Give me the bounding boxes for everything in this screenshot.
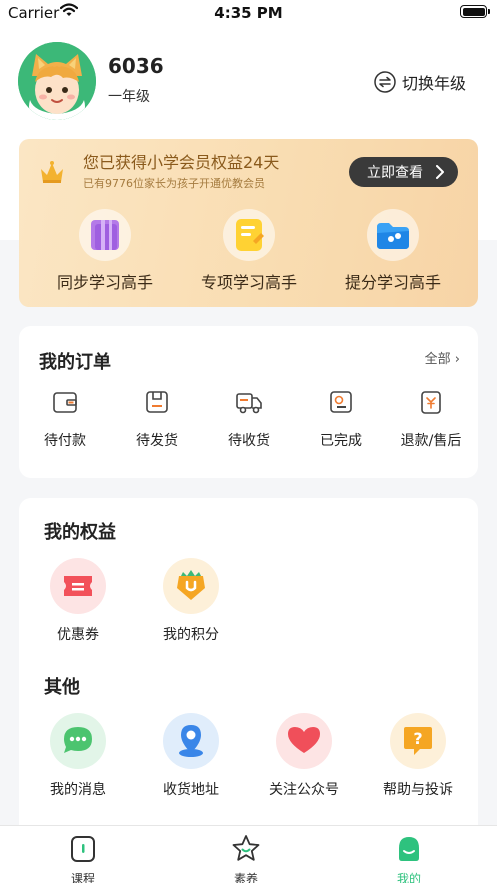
coupon-entry[interactable]: 优惠券: [23, 558, 133, 644]
help-label: 帮助与投诉: [383, 782, 453, 798]
grade-label: 一年级: [108, 89, 150, 105]
points-icon: [163, 558, 219, 614]
feature-label: 专项学习高手: [200, 273, 297, 292]
feature-sync-learning[interactable]: 同步学习高手: [30, 209, 180, 293]
tab-course[interactable]: 课程: [38, 834, 128, 883]
chevron-right-icon: [436, 165, 444, 179]
order-label: 待收货: [228, 433, 270, 449]
messages-label: 我的消息: [50, 782, 106, 798]
orders-card: 我的订单 全部 › 待付款 待发货 待收货 已完成 退款/售后: [19, 326, 478, 478]
feature-label: 提分学习高手: [344, 273, 441, 292]
feature-label: 同步学习高手: [56, 273, 153, 292]
switch-grade-button[interactable]: 切换年级: [374, 70, 466, 94]
vip-banner[interactable]: 您已获得小学会员权益24天 已有9776位家长为孩子开通优教会员 立即查看 同步…: [19, 139, 478, 307]
feature-score-improve[interactable]: 提分学习高手: [318, 209, 468, 293]
mine-icon: [399, 837, 419, 861]
tab-label: 我的: [396, 872, 421, 883]
coupon-icon: [50, 558, 106, 614]
order-refund[interactable]: 退款/售后: [385, 388, 477, 450]
follow-account-entry[interactable]: 关注公众号: [249, 713, 359, 799]
vip-subtitle: 已有9776位家长为孩子开通优教会员: [83, 177, 265, 190]
vip-title: 您已获得小学会员权益24天: [83, 153, 280, 172]
switch-icon: [374, 71, 396, 93]
status-bar: Carrier 4:35 PM: [0, 0, 497, 26]
location-icon: [163, 713, 219, 769]
message-icon: [50, 713, 106, 769]
purple-book-icon: [79, 209, 131, 261]
chevron-right-icon: ›: [454, 352, 460, 367]
points-label: 我的积分: [163, 627, 219, 643]
tab-mine[interactable]: 我的: [364, 834, 454, 883]
all-orders-label: 全部: [424, 352, 451, 367]
others-title: 其他: [44, 677, 80, 698]
tab-bar: 课程 素养 我的: [0, 825, 497, 883]
switch-grade-label: 切换年级: [401, 74, 466, 93]
profile-header: 6036 一年级 切换年级: [18, 42, 478, 122]
order-label: 已完成: [320, 433, 362, 449]
course-icon: [71, 836, 95, 862]
heart-icon: [276, 713, 332, 769]
order-completed[interactable]: 已完成: [295, 388, 387, 450]
crown-icon: [41, 161, 63, 183]
coupon-label: 优惠券: [57, 627, 99, 643]
order-pending-receipt[interactable]: 待收货: [203, 388, 295, 450]
order-label: 待发货: [136, 433, 178, 449]
refund-bag-icon: [421, 391, 441, 414]
truck-icon: [236, 393, 262, 414]
avatar[interactable]: [18, 42, 96, 120]
view-now-label: 立即查看: [367, 165, 423, 181]
address-label: 收货地址: [163, 782, 219, 798]
svg-text:?: ?: [413, 729, 422, 748]
orders-title: 我的订单: [39, 352, 111, 373]
yellow-note-icon: [223, 209, 275, 261]
benefits-card: 我的权益 优惠券 我的积分 其他 我的消息 收货地址 关注公众号 ? 帮助与投诉: [19, 498, 478, 828]
order-label: 待付款: [44, 433, 86, 449]
points-entry[interactable]: 我的积分: [136, 558, 246, 644]
order-pending-payment[interactable]: 待付款: [19, 388, 111, 450]
completed-box-icon: [330, 391, 352, 413]
battery-icon: [460, 5, 490, 18]
all-orders-link[interactable]: 全部 ›: [425, 348, 460, 367]
help-entry[interactable]: ? 帮助与投诉: [363, 713, 473, 799]
tab-label: 课程: [70, 872, 95, 883]
view-now-button[interactable]: 立即查看: [349, 157, 458, 187]
benefits-title: 我的权益: [44, 522, 116, 543]
package-icon: [146, 391, 168, 413]
wallet-icon: [53, 392, 77, 413]
tab-label: 素养: [233, 872, 258, 883]
username: 6036: [108, 54, 164, 78]
vip-features: 同步学习高手 专项学习高手 提分学习高手: [19, 209, 478, 299]
order-pending-shipment[interactable]: 待发货: [111, 388, 203, 450]
star-icon: [232, 835, 260, 861]
blue-folder-icon: [367, 209, 419, 261]
messages-entry[interactable]: 我的消息: [23, 713, 133, 799]
feature-special-learning[interactable]: 专项学习高手: [174, 209, 324, 293]
clock: 4:35 PM: [214, 4, 283, 22]
avatar-cartoon-icon: [18, 42, 96, 120]
help-icon: ?: [390, 713, 446, 769]
order-label: 退款/售后: [400, 433, 462, 449]
tab-literacy[interactable]: 素养: [201, 834, 291, 883]
follow-account-label: 关注公众号: [269, 782, 339, 798]
address-entry[interactable]: 收货地址: [136, 713, 246, 799]
